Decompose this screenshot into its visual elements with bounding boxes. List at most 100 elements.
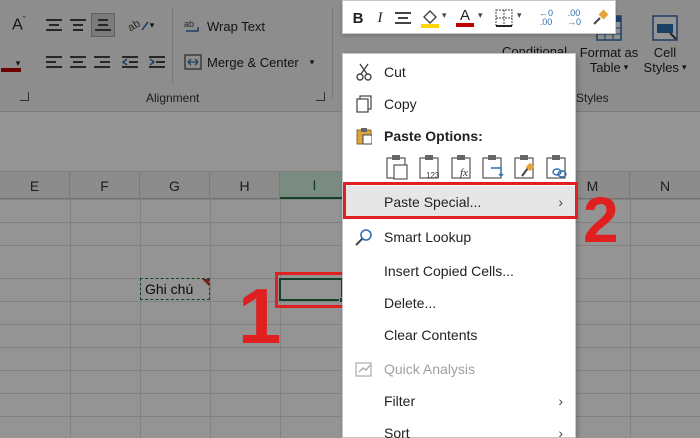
menu-item-label: Smart Lookup <box>384 229 472 245</box>
menu-item-label: Clear Contents <box>384 327 478 343</box>
align-center-button[interactable] <box>67 51 89 73</box>
gridline <box>140 199 141 438</box>
copied-cell-g[interactable]: Ghi chú <box>140 278 210 300</box>
menu-item-insert-copied-cells[interactable]: Insert Copied Cells... <box>343 255 575 287</box>
separator <box>172 8 173 84</box>
top-align-button[interactable] <box>43 14 65 36</box>
bottom-align-button[interactable] <box>91 13 115 37</box>
increase-indent-icon <box>149 56 165 68</box>
font-color-dropdown[interactable]: ▾ <box>12 56 24 70</box>
comment-indicator-icon <box>202 279 209 286</box>
orientation-button[interactable]: ab ▾ <box>124 13 158 37</box>
middle-align-button[interactable] <box>67 14 89 36</box>
paste-formulas-icon[interactable]: fx <box>450 154 474 180</box>
format-painter-icon <box>593 9 609 25</box>
paste-values-icon[interactable]: 123 <box>418 154 442 180</box>
paste-options-label: Paste Options: <box>384 128 483 144</box>
borders-dropdown[interactable]: ▾ <box>517 10 522 21</box>
menu-item-cut[interactable]: Cut <box>343 56 575 88</box>
column-header-h[interactable]: H <box>210 172 280 199</box>
font-group-launcher[interactable] <box>20 92 29 101</box>
alignment-group-launcher[interactable] <box>316 92 325 101</box>
paste-transpose-icon[interactable] <box>481 154 505 180</box>
chevron-right-icon: › <box>558 393 563 409</box>
paste-link-icon[interactable] <box>545 154 569 180</box>
fill-color-button[interactable] <box>419 7 441 29</box>
align-center-icon <box>70 56 86 68</box>
italic-button[interactable]: I <box>371 7 389 29</box>
decrease-indent-button[interactable] <box>119 51 141 73</box>
cell-text: Ghi chú <box>145 281 194 297</box>
column-header-e[interactable]: E <box>0 172 70 199</box>
align-middle-icon <box>70 19 86 31</box>
chevron-down-icon: ▾ <box>623 62 629 72</box>
increase-font-size-button[interactable]: Aˇ <box>8 14 30 36</box>
chevron-down-icon: ▾ <box>149 19 155 30</box>
menu-item-delete[interactable]: Delete... <box>343 287 575 319</box>
decrease-decimal-button[interactable]: .00 →0 <box>561 7 587 29</box>
bold-button[interactable]: B <box>349 7 367 29</box>
wrap-text-icon: ab <box>184 19 199 32</box>
fill-color-dropdown[interactable]: ▾ <box>442 10 447 21</box>
menu-item-quick-analysis[interactable]: Quick Analysis <box>343 353 575 385</box>
menu-item-sort[interactable]: Sort › <box>343 417 575 438</box>
menu-item-label: Quick Analysis <box>384 361 476 377</box>
menu-item-label: Sort <box>384 425 410 438</box>
menu-item-smart-lookup[interactable]: Smart Lookup <box>343 221 575 253</box>
merge-center-label: Merge & Center <box>207 54 299 70</box>
column-header-i[interactable]: I <box>280 172 350 199</box>
gridline <box>630 199 631 438</box>
svg-text:ab: ab <box>184 19 194 29</box>
merge-center-button[interactable]: Merge & Center ▾ <box>184 54 314 70</box>
menu-item-clear-contents[interactable]: Clear Contents <box>343 319 575 351</box>
format-as-table-label-1: Format as <box>579 45 639 60</box>
menu-item-label: Filter <box>384 393 416 409</box>
align-top-icon <box>46 19 62 31</box>
gridline <box>70 199 71 438</box>
svg-text:ab: ab <box>128 18 142 34</box>
paste-formatting-icon[interactable] <box>513 154 537 180</box>
menu-item-copy[interactable]: Copy <box>343 88 575 120</box>
borders-button[interactable] <box>493 7 515 29</box>
menu-item-filter[interactable]: Filter › <box>343 385 575 417</box>
borders-icon <box>495 9 513 27</box>
paint-bucket-icon <box>421 10 439 28</box>
font-color-letter: A <box>459 7 470 24</box>
quick-analysis-icon <box>355 360 373 378</box>
svg-text:fx: fx <box>460 167 468 179</box>
format-as-table-label-2: Table <box>589 60 621 75</box>
copy-icon <box>355 95 373 113</box>
paste-clipboard-icon <box>355 127 373 145</box>
chevron-right-icon: › <box>558 425 563 438</box>
column-header-f[interactable]: F <box>70 172 140 199</box>
menu-item-label: Cut <box>384 64 406 80</box>
font-color-dropdown[interactable]: ▾ <box>478 10 483 21</box>
font-color-button[interactable]: A <box>455 7 475 29</box>
increase-indent-button[interactable] <box>146 51 168 73</box>
highlight-box-paste-special <box>343 182 578 219</box>
menu-item-label: Delete... <box>384 295 437 311</box>
gridline <box>210 199 211 438</box>
align-right-icon <box>94 56 110 68</box>
decrease-indent-icon <box>122 56 138 68</box>
column-header-n[interactable]: N <box>630 172 700 199</box>
align-center-button[interactable] <box>393 7 413 29</box>
wrap-text-button[interactable]: ab Wrap Text <box>184 18 265 34</box>
menu-item-label: Insert Copied Cells... <box>384 263 514 279</box>
cell-styles-label-2: Styles <box>643 60 679 75</box>
smart-lookup-icon <box>355 228 373 246</box>
styles-group-label: Styles <box>576 91 609 105</box>
align-left-button[interactable] <box>43 51 65 73</box>
column-header-g[interactable]: G <box>140 172 210 199</box>
align-right-button[interactable] <box>91 51 113 73</box>
alignment-group-label: Alignment <box>146 91 200 105</box>
svg-text:123: 123 <box>426 171 440 180</box>
increase-decimal-button[interactable]: ←0 .00 <box>533 7 559 29</box>
paste-icon[interactable] <box>385 154 409 180</box>
chevron-down-icon: ▾ <box>15 57 21 68</box>
chevron-down-icon: ▾ <box>309 56 315 67</box>
format-painter-button[interactable] <box>589 7 611 29</box>
merge-center-icon <box>184 54 202 70</box>
cell-styles-button[interactable]: Cell Styles ▾ <box>640 8 690 82</box>
align-bottom-icon <box>95 19 111 31</box>
